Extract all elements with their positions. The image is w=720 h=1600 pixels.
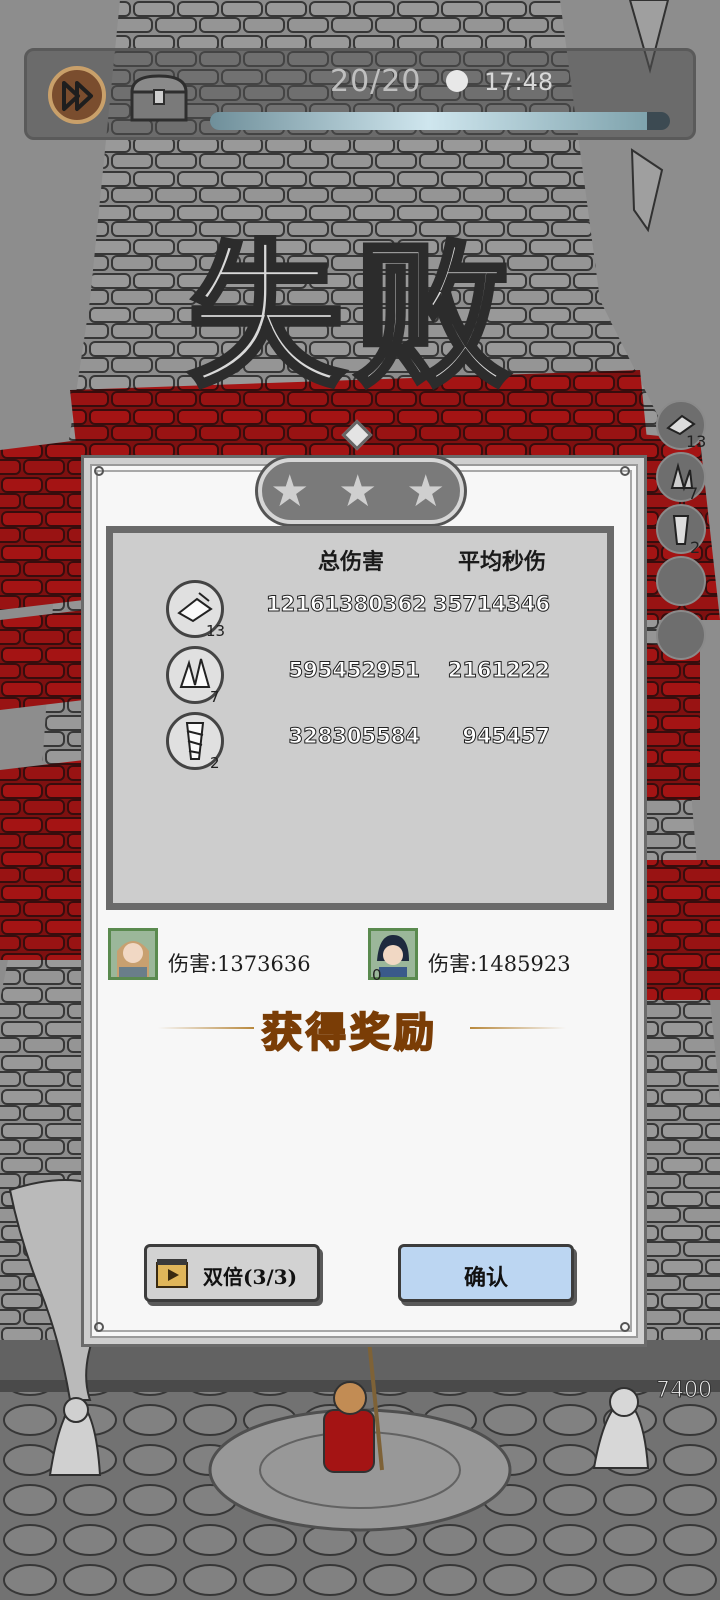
- panel-corner-rivet: [620, 466, 630, 476]
- panel-corner-rivet: [620, 1322, 630, 1332]
- star-empty-icon: ★: [338, 466, 378, 517]
- total-damage-value: 595452951: [288, 658, 421, 683]
- hero-damage-label: 伤害:1373636: [168, 952, 311, 976]
- skill-level: 7: [210, 688, 220, 706]
- base-health-value: 7400: [656, 1378, 713, 1404]
- hero-level: 0: [372, 966, 382, 984]
- header-total-damage: 总伤害: [318, 549, 385, 575]
- total-damage-value: 12161380362: [266, 592, 428, 617]
- star-empty-icon: ★: [270, 466, 310, 517]
- skill-level: 2: [210, 754, 220, 772]
- rewards-title: 获得奖励: [261, 1008, 438, 1057]
- average-dps-value: 35714346: [433, 592, 551, 617]
- total-damage-value: 328305584: [288, 724, 421, 749]
- side-skill-count: 2: [690, 538, 701, 557]
- panel-corner-rivet: [94, 466, 104, 476]
- reward-divider-left: [158, 1027, 254, 1029]
- video-ad-icon: [156, 1259, 188, 1288]
- speed-toggle-button[interactable]: [48, 66, 106, 124]
- stage-progress-fill: [210, 112, 647, 130]
- side-skill-slot-empty[interactable]: [656, 556, 706, 606]
- side-skill-slot-empty[interactable]: [656, 610, 706, 660]
- defeat-title: 失败: [186, 225, 520, 408]
- clock-icon: [446, 70, 468, 92]
- stage-progress-bar: [210, 112, 670, 130]
- energy-counter: 20/20: [330, 64, 422, 99]
- stage-timer: 17:48: [484, 68, 554, 96]
- average-dps-value: 2161222: [447, 658, 550, 683]
- double-reward-button[interactable]: 双倍(3/3): [144, 1244, 320, 1302]
- reward-divider-right: [470, 1027, 566, 1029]
- side-skill-count: 7: [688, 484, 699, 503]
- skill-level: 13: [206, 622, 226, 640]
- panel-corner-rivet: [94, 1322, 104, 1332]
- hero-portrait-avatar: [108, 928, 158, 980]
- treasure-chest-icon: [130, 74, 188, 122]
- hero-damage-label: 伤害:1485923: [428, 952, 571, 976]
- confirm-label: 确认: [463, 1265, 508, 1291]
- fast-forward-icon: [62, 81, 93, 111]
- average-dps-value: 945457: [462, 724, 551, 749]
- side-skill-count: 13: [686, 432, 707, 451]
- treasure-chest-button[interactable]: [126, 70, 192, 124]
- header-average-dps: 平均秒伤: [458, 549, 547, 575]
- hero-female-portrait-icon: [117, 941, 149, 977]
- star-empty-icon: ★: [406, 466, 446, 517]
- side-skill-slot-ice[interactable]: [656, 452, 706, 502]
- double-reward-label: 双倍(3/3): [203, 1265, 298, 1289]
- confirm-button[interactable]: 确认: [398, 1244, 574, 1302]
